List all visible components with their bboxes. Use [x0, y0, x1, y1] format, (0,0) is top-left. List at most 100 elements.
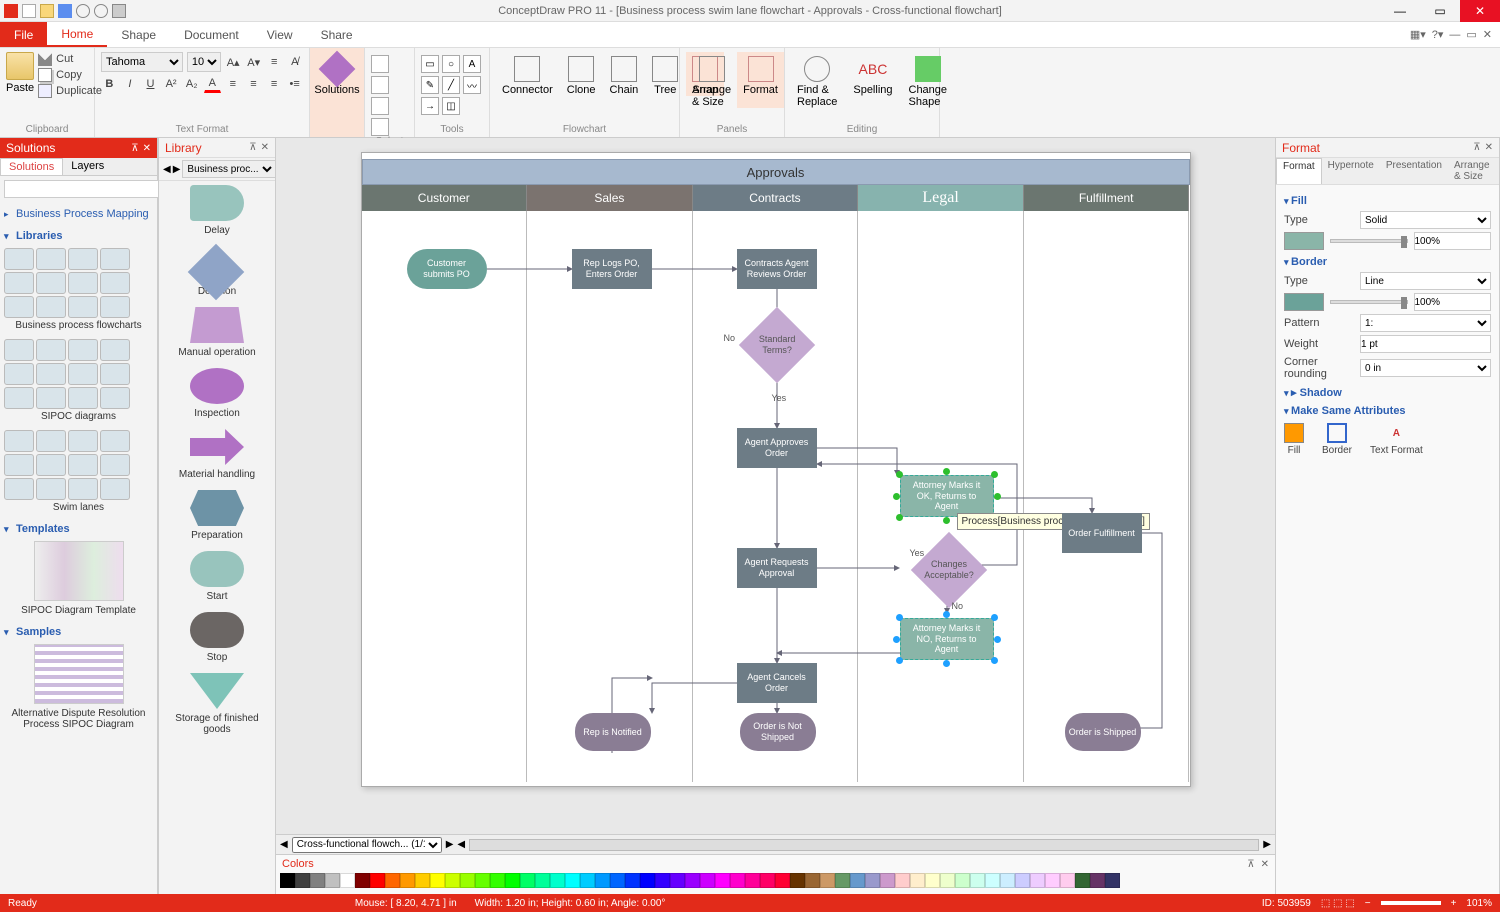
pin-icon[interactable]: ⊼	[249, 142, 256, 153]
tab-document[interactable]: Document	[170, 22, 253, 47]
pen-tool[interactable]: ✎	[421, 76, 439, 94]
duplicate-button[interactable]: Duplicate	[38, 84, 102, 98]
find-replace-button[interactable]: Find & Replace	[791, 52, 843, 108]
font-size-select[interactable]: 10	[187, 52, 221, 72]
template-thumb[interactable]	[34, 541, 124, 601]
solutions-tree[interactable]: Business Process Mapping Libraries Busin…	[0, 202, 157, 894]
line-tool[interactable]: ╱	[442, 76, 460, 94]
node-order-fulfillment[interactable]: Order Fulfillment	[1062, 513, 1142, 553]
color-swatch[interactable]	[565, 873, 580, 888]
library-body[interactable]: Delay Decision Manual operation Inspecti…	[159, 181, 275, 894]
arrange-size-button[interactable]: Arrange & Size	[686, 52, 737, 108]
color-swatch[interactable]	[1000, 873, 1015, 888]
lib-item-decision[interactable]: Decision	[163, 246, 271, 297]
line-spacing-button[interactable]: ≡	[266, 53, 283, 71]
format-button[interactable]: Format	[737, 52, 784, 108]
node-customer-submits[interactable]: Customer submits PO	[407, 249, 487, 289]
underline-button[interactable]: U	[142, 75, 159, 93]
color-swatch[interactable]	[775, 873, 790, 888]
color-swatch[interactable]	[490, 873, 505, 888]
clone-button[interactable]: Clone	[561, 52, 602, 96]
node-attorney-ok[interactable]: Attorney Marks it OK, Returns to Agent	[900, 475, 994, 517]
color-swatch[interactable]	[460, 873, 475, 888]
color-swatch[interactable]	[955, 873, 970, 888]
fill-opacity-input[interactable]	[1414, 232, 1492, 250]
lib-item-inspection[interactable]: Inspection	[163, 368, 271, 419]
tree-root[interactable]: Business Process Mapping	[4, 206, 153, 222]
chain-button[interactable]: Chain	[604, 52, 645, 96]
color-swatch[interactable]	[790, 873, 805, 888]
lib-next-icon[interactable]: ▶	[173, 164, 181, 175]
font-grow-button[interactable]: A▴	[225, 53, 242, 71]
node-contracts-review[interactable]: Contracts Agent Reviews Order	[737, 249, 817, 289]
curve-tool[interactable]: 〰	[463, 76, 481, 94]
color-swatch[interactable]	[580, 873, 595, 888]
color-swatch[interactable]	[745, 873, 760, 888]
tree-libraries[interactable]: Libraries	[4, 228, 153, 244]
color-swatch[interactable]	[640, 873, 655, 888]
close-icon[interactable]: ✕	[143, 143, 151, 154]
rect-tool[interactable]: ▭	[421, 55, 439, 73]
color-swatch[interactable]	[595, 873, 610, 888]
doc-close-icon[interactable]: ✕	[1483, 28, 1492, 41]
lane-legal[interactable]: Legal	[858, 185, 1024, 211]
lib-item-manual[interactable]: Manual operation	[163, 307, 271, 358]
tab-view[interactable]: View	[253, 22, 307, 47]
color-swatch[interactable]	[730, 873, 745, 888]
font-color-button[interactable]: A	[204, 75, 221, 93]
color-swatch[interactable]	[670, 873, 685, 888]
align-left-button[interactable]: ≡	[225, 75, 242, 93]
color-swatch[interactable]	[925, 873, 940, 888]
lib-item-preparation[interactable]: Preparation	[163, 490, 271, 541]
bold-button[interactable]: B	[101, 75, 118, 93]
color-swatch[interactable]	[610, 873, 625, 888]
color-swatch[interactable]	[805, 873, 820, 888]
same-text-button[interactable]: AText Format	[1370, 423, 1423, 456]
color-swatch[interactable]	[400, 873, 415, 888]
arrow-tool[interactable]: →	[421, 97, 439, 115]
zoom-slider[interactable]	[1381, 901, 1441, 905]
lib-item-storage[interactable]: Storage of finished goods	[163, 673, 271, 735]
superscript-button[interactable]: A²	[163, 75, 180, 93]
node-shipped[interactable]: Order is Shipped	[1065, 713, 1141, 751]
page-select[interactable]: Cross-functional flowch... (1/1)	[292, 837, 442, 853]
color-swatch[interactable]	[895, 873, 910, 888]
horizontal-scrollbar[interactable]	[469, 839, 1259, 851]
qat-open-icon[interactable]	[40, 4, 54, 18]
file-tab[interactable]: File	[0, 22, 47, 47]
corner-rounding-select[interactable]: 0 in	[1360, 359, 1491, 377]
pin-icon[interactable]: ⊼	[1473, 142, 1480, 153]
color-swatch[interactable]	[415, 873, 430, 888]
color-swatch[interactable]	[880, 873, 895, 888]
border-opacity-slider[interactable]	[1330, 300, 1408, 304]
color-swatch[interactable]	[625, 873, 640, 888]
fill-opacity-slider[interactable]	[1330, 239, 1408, 243]
lane-fulfillment[interactable]: Fulfillment	[1024, 185, 1190, 211]
change-shape-button[interactable]: Change Shape	[903, 52, 954, 108]
scroll-right-icon[interactable]: ▶	[1263, 839, 1271, 850]
fill-type-select[interactable]: Solid	[1360, 211, 1491, 229]
qat-save-icon[interactable]	[58, 4, 72, 18]
color-swatch[interactable]	[550, 873, 565, 888]
color-swatch[interactable]	[520, 873, 535, 888]
border-color-picker[interactable]	[1284, 293, 1324, 311]
zoom-out-button[interactable]: −	[1365, 898, 1371, 909]
color-swatch[interactable]	[940, 873, 955, 888]
color-swatch[interactable]	[505, 873, 520, 888]
tree-button[interactable]: Tree	[646, 52, 684, 96]
pointer-tool[interactable]	[371, 55, 389, 73]
doc-restore-icon[interactable]: ▭	[1466, 28, 1476, 41]
tree-templates[interactable]: Templates	[4, 521, 153, 537]
qat-new-icon[interactable]	[22, 4, 36, 18]
tab-share[interactable]: Share	[307, 22, 367, 47]
lib-item-material[interactable]: Material handling	[163, 429, 271, 480]
node-agent-requests[interactable]: Agent Requests Approval	[737, 548, 817, 588]
section-border[interactable]: Border	[1284, 256, 1491, 268]
maximize-button[interactable]: ▭	[1420, 0, 1460, 22]
color-swatch[interactable]	[430, 873, 445, 888]
doc-min-icon[interactable]: —	[1449, 29, 1460, 41]
color-swatch[interactable]	[385, 873, 400, 888]
sample-thumb[interactable]	[34, 644, 124, 704]
close-icon[interactable]: ✕	[1261, 859, 1269, 870]
lane-contracts[interactable]: Contracts	[693, 185, 859, 211]
